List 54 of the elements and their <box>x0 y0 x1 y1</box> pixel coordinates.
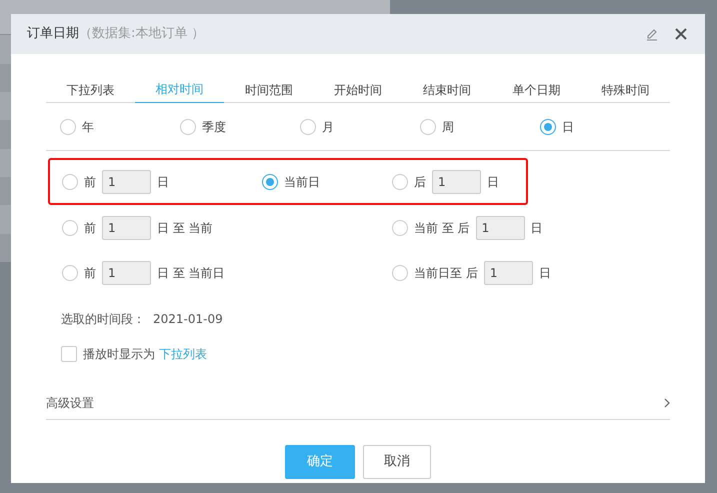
option-label: 当前日至 后 <box>414 264 478 282</box>
radio-button[interactable] <box>392 220 408 236</box>
option-label: 日 <box>538 264 551 282</box>
dialog-title: 订单日期 <box>27 25 79 44</box>
option-label: 日 至 当前 <box>157 220 213 236</box>
radio-button[interactable] <box>540 118 556 134</box>
radio-button[interactable] <box>180 118 196 134</box>
radio-button[interactable] <box>392 174 408 190</box>
tab[interactable]: 时间范围 <box>224 76 314 103</box>
tab[interactable]: 结束时间 <box>402 76 492 103</box>
number-field[interactable]: 1 <box>102 170 151 194</box>
radio-button[interactable] <box>60 118 76 134</box>
option-label: 日 至 当前日 <box>157 264 225 282</box>
number-field[interactable]: 1 <box>102 216 151 240</box>
option-label: 后 <box>414 174 426 190</box>
radio-label: 月 <box>322 118 334 136</box>
option-label: 日 <box>530 220 543 236</box>
radio-button[interactable] <box>62 220 78 236</box>
radio-button[interactable] <box>62 264 78 280</box>
cancel-button[interactable]: 取消 <box>363 445 431 479</box>
edit-icon[interactable] <box>645 27 659 41</box>
option-label: 前 <box>84 220 96 236</box>
tab[interactable]: 下拉列表 <box>46 76 136 103</box>
option-label: 当前日 <box>284 174 320 190</box>
period-label: 选取的时间段： <box>61 311 145 328</box>
tab[interactable]: 开始时间 <box>313 76 403 103</box>
dialog-subtitle: （数据集:本地订单 ） <box>79 25 205 44</box>
number-field[interactable]: 1 <box>476 216 525 240</box>
option-label: 日 <box>157 174 169 190</box>
tab[interactable]: 特殊时间 <box>580 76 670 103</box>
number-field[interactable]: 1 <box>484 260 533 284</box>
number-field[interactable]: 1 <box>102 260 151 284</box>
checkbox[interactable] <box>61 346 77 362</box>
checkbox-label: 播放时显示为 <box>83 346 155 363</box>
option-label: 当前 至 后 <box>414 220 470 236</box>
chevron-right-icon <box>664 398 670 408</box>
advanced-settings-label: 高级设置 <box>46 395 94 412</box>
radio-button[interactable] <box>392 264 408 280</box>
radio-button[interactable] <box>300 118 316 134</box>
radio-label: 季度 <box>202 118 226 136</box>
close-icon[interactable] <box>675 28 687 40</box>
period-value: 2021-01-09 <box>153 311 223 328</box>
radio-label: 周 <box>442 118 454 136</box>
radio-button[interactable] <box>62 174 78 190</box>
tab[interactable]: 单个日期 <box>492 76 581 103</box>
radio-label: 年 <box>82 118 94 136</box>
radio-button[interactable] <box>262 174 278 190</box>
option-label: 前 <box>84 174 96 190</box>
radio-label: 日 <box>562 118 574 136</box>
option-label: 日 <box>487 174 499 190</box>
option-label: 前 <box>84 264 96 282</box>
advanced-settings-row[interactable]: 高级设置 <box>46 387 670 420</box>
radio-button[interactable] <box>420 118 436 134</box>
number-field[interactable]: 1 <box>432 170 481 194</box>
